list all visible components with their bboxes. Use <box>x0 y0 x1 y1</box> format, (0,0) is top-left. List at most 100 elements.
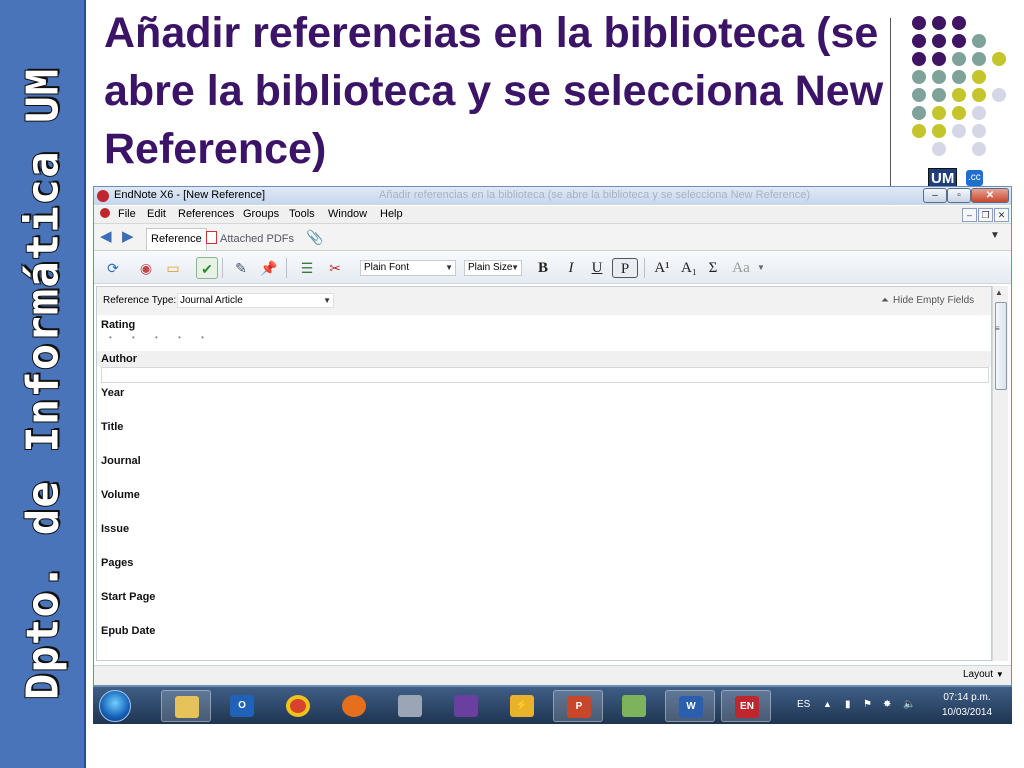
tab-menu-chevron-icon[interactable]: ▼ <box>990 230 1000 241</box>
insert-citation-icon[interactable]: ✂ <box>324 257 346 279</box>
mdi-minimize-button[interactable]: – <box>962 208 977 222</box>
visual-studio-icon <box>454 695 478 717</box>
um-logo-mark: UM <box>928 168 958 188</box>
symbol-button[interactable]: Σ <box>704 258 722 278</box>
pin-icon[interactable]: 📌 <box>258 257 280 279</box>
mdi-restore-button[interactable]: ❐ <box>978 208 993 222</box>
rating-stars[interactable]: • • • • • <box>109 333 213 342</box>
dot <box>972 106 986 120</box>
back-arrow-icon[interactable]: ◀ <box>100 229 112 245</box>
menu-edit[interactable]: Edit <box>147 208 166 220</box>
online-search-icon[interactable]: ◉ <box>135 257 157 279</box>
field-volume-label[interactable]: Volume <box>101 489 140 501</box>
paperclip-icon[interactable]: 📎 <box>306 229 323 246</box>
tab-reference[interactable]: Reference <box>146 228 207 250</box>
clock-time[interactable]: 07:14 p.m. <box>939 692 995 703</box>
vertical-scrollbar[interactable]: ▲ ≡ <box>992 286 1008 661</box>
window-titlebar[interactable]: EndNote X6 - [New Reference] Añadir refe… <box>94 187 1011 205</box>
author-input[interactable] <box>101 367 989 383</box>
chevron-down-icon: ▼ <box>995 670 1004 679</box>
font-select[interactable]: Plain Font ▼ <box>360 260 456 276</box>
dot <box>932 88 946 102</box>
forward-arrow-icon[interactable]: ▶ <box>122 229 134 245</box>
taskbar-chrome[interactable] <box>273 690 323 722</box>
mdi-close-button[interactable]: ✕ <box>994 208 1009 222</box>
sync-icon[interactable]: ⟳ <box>102 257 124 279</box>
taskbar-winamp[interactable]: ⚡ <box>497 690 547 722</box>
dot <box>952 52 966 66</box>
scroll-up-arrow-icon[interactable]: ▲ <box>995 288 1003 297</box>
field-year-label[interactable]: Year <box>101 387 124 399</box>
language-indicator[interactable]: ES <box>797 699 810 710</box>
menu-groups[interactable]: Groups <box>243 208 279 220</box>
reference-type-label: Reference Type: <box>103 295 177 306</box>
battery-icon[interactable]: ▮ <box>845 699 851 710</box>
change-case-chevron-icon[interactable]: ▼ <box>756 258 766 278</box>
subscript-button[interactable]: A₁ <box>678 258 700 278</box>
menu-help[interactable]: Help <box>380 208 403 220</box>
field-start-page-label[interactable]: Start Page <box>101 591 155 603</box>
taskbar-endnote[interactable]: EN <box>721 690 771 722</box>
dot <box>932 16 946 30</box>
taskbar-notepad[interactable] <box>609 690 659 722</box>
field-pages-label[interactable]: Pages <box>101 557 133 569</box>
flag-icon[interactable]: ⚑ <box>863 699 872 710</box>
taskbar-word[interactable]: W <box>665 690 715 722</box>
taskbar-firefox[interactable] <box>329 690 379 722</box>
field-journal-label[interactable]: Journal <box>101 455 141 467</box>
field-title-label[interactable]: Title <box>101 421 123 433</box>
taskbar-visual-studio[interactable] <box>441 690 491 722</box>
show-hidden-icons-icon[interactable]: ▲ <box>823 699 832 709</box>
tab-attached-pdfs[interactable]: Attached PDFs <box>206 231 294 245</box>
menu-references[interactable]: References <box>178 208 234 220</box>
clock-date[interactable]: 10/03/2014 <box>939 707 995 718</box>
hide-empty-fields-button[interactable]: ⏶ Hide Empty Fields <box>881 295 974 306</box>
layout-button[interactable]: Layout ▼ <box>963 669 1004 680</box>
scrollbar-thumb[interactable] <box>995 302 1007 390</box>
tab-bar: ◀ ▶ Reference Attached PDFs 📎 ▼ <box>94 224 1011 251</box>
volume-icon[interactable]: 🔈 <box>903 699 915 710</box>
taskbar-outlook[interactable]: O <box>217 690 267 722</box>
bold-button[interactable]: B <box>534 258 552 278</box>
dot <box>912 70 926 84</box>
dot <box>972 142 986 156</box>
menu-file[interactable]: File <box>118 208 136 220</box>
toolbar-separator <box>222 258 223 278</box>
font-select-value: Plain Font <box>364 262 410 273</box>
checkmark-icon[interactable]: ✔ <box>196 257 218 279</box>
size-select[interactable]: Plain Size ▼ <box>464 260 522 276</box>
menu-bar: File Edit References Groups Tools Window… <box>94 206 1011 224</box>
endnote-app-icon <box>97 190 109 202</box>
endnote-window: EndNote X6 - [New Reference] Añadir refe… <box>93 186 1012 686</box>
slide-title: Añadir referencias en la biblioteca (se … <box>104 9 884 173</box>
powerpoint-icon: P <box>567 696 591 718</box>
reference-type-value: Journal Article <box>180 295 243 306</box>
superscript-button[interactable]: A¹ <box>650 258 674 278</box>
chevron-down-icon: ▼ <box>511 263 519 272</box>
menu-tools[interactable]: Tools <box>289 208 315 220</box>
field-issue-label[interactable]: Issue <box>101 523 129 535</box>
winamp-icon: ⚡ <box>510 695 534 717</box>
taskbar-powerpoint[interactable]: P <box>553 690 603 722</box>
dot <box>912 88 926 102</box>
list-icon[interactable]: ☰ <box>296 257 318 279</box>
menu-window[interactable]: Window <box>328 208 367 220</box>
menu-app-icon[interactable] <box>100 208 110 221</box>
maximize-button[interactable]: ▫ <box>947 188 971 203</box>
close-button[interactable]: ✕ <box>971 188 1009 203</box>
plain-text-button[interactable]: P <box>612 258 638 278</box>
start-button[interactable] <box>99 690 131 722</box>
underline-button[interactable]: U <box>588 258 606 278</box>
taskbar-utility[interactable] <box>385 690 435 722</box>
find-fulltext-icon[interactable]: ✎ <box>230 257 252 279</box>
reference-type-select[interactable]: Journal Article ▼ <box>177 293 334 308</box>
taskbar-explorer[interactable] <box>161 690 211 722</box>
dot <box>912 106 926 120</box>
italic-button[interactable]: I <box>562 258 580 278</box>
formatting-toolbar: ⟳ ◉ ▭ ✔ ✎ 📌 ☰ ✂ Plain Font ▼ Plain Size ▼ … <box>94 252 1011 284</box>
network-icon[interactable]: ✸ <box>883 699 891 710</box>
field-epub-date-label[interactable]: Epub Date <box>101 625 155 637</box>
minimize-button[interactable]: – <box>923 188 947 203</box>
change-case-button[interactable]: Aa <box>728 258 754 278</box>
open-folder-icon[interactable]: ▭ <box>162 257 184 279</box>
